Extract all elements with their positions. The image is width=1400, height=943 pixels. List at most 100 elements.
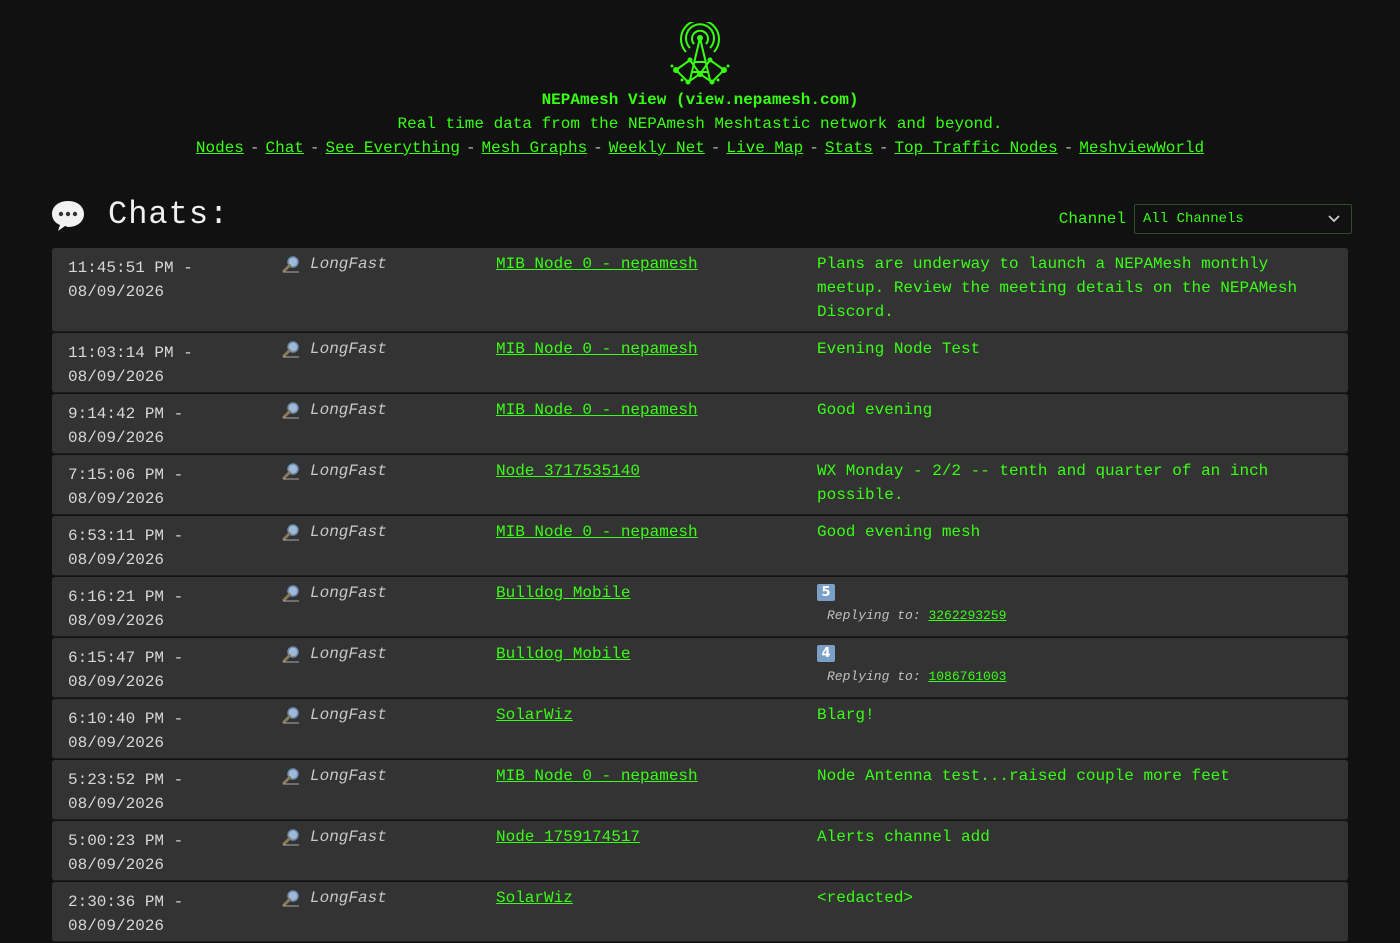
message-date: 08/09/2026 <box>68 734 165 752</box>
magnifier-icon <box>282 524 299 541</box>
channel-name: LongFast <box>310 889 387 907</box>
message-channel: LongFast <box>282 459 387 483</box>
channel-name: LongFast <box>310 401 387 419</box>
nav-link-nodes[interactable]: Nodes <box>196 139 244 157</box>
reply-label: Replying to: <box>827 669 921 684</box>
message-body: <redacted> <box>817 886 1317 910</box>
message-time: 6:16:21 PM - <box>68 588 184 606</box>
node-link[interactable]: MIB Node 0 - nepamesh <box>496 401 698 419</box>
nav-separator: - <box>878 139 889 157</box>
reply-to-link[interactable]: 3262293259 <box>928 608 1006 623</box>
message-timestamp: 6:53:11 PM - 08/09/2026 <box>68 524 268 572</box>
message-node: Node 3717535140 <box>496 459 640 483</box>
message-text: Blarg! <box>817 706 875 724</box>
node-link[interactable]: Node 3717535140 <box>496 462 640 480</box>
channel-select[interactable]: All Channels <box>1134 204 1352 234</box>
message-body: Good evening <box>817 398 1317 422</box>
chat-row: 6:16:21 PM - 08/09/2026 LongFast Bulldog Mo… <box>52 577 1348 637</box>
node-link[interactable]: MIB Node 0 - nepamesh <box>496 523 698 541</box>
magnifier-icon <box>282 646 299 663</box>
nav-link-live-map[interactable]: Live Map <box>726 139 803 157</box>
magnifier-icon <box>282 402 299 419</box>
message-node: MIB Node 0 - nepamesh <box>496 398 698 422</box>
channel-name: LongFast <box>310 767 387 785</box>
message-channel: LongFast <box>282 886 387 910</box>
message-body: WX Monday - 2/2 -- tenth and quarter of … <box>817 459 1317 507</box>
nav-separator: - <box>465 139 476 157</box>
nav-link-mesh-graphs[interactable]: Mesh Graphs <box>482 139 588 157</box>
nav-link-meshviewworld[interactable]: MeshviewWorld <box>1079 139 1204 157</box>
chats-header: Chats: Channel All Channels <box>50 196 1352 240</box>
radio-tower-network-logo <box>670 22 730 85</box>
nav-separator: - <box>309 139 320 157</box>
message-timestamp: 6:16:21 PM - 08/09/2026 <box>68 585 268 633</box>
message-body: Alerts channel add <box>817 825 1317 849</box>
magnifier-icon <box>282 829 299 846</box>
message-channel: LongFast <box>282 398 387 422</box>
message-date: 08/09/2026 <box>68 795 165 813</box>
message-channel: LongFast <box>282 337 387 361</box>
nav-link-stats[interactable]: Stats <box>825 139 873 157</box>
node-link[interactable]: MIB Node 0 - nepamesh <box>496 340 698 358</box>
channel-name: LongFast <box>310 706 387 724</box>
site-title: NEPAmesh View (view.nepamesh.com) <box>541 91 859 109</box>
chat-row: 6:15:47 PM - 08/09/2026 LongFast Bulldog Mo… <box>52 638 1348 698</box>
chat-row: 6:10:40 PM - 08/09/2026 LongFast SolarWiz Bl… <box>52 699 1348 759</box>
node-link[interactable]: MIB Node 0 - nepamesh <box>496 767 698 785</box>
message-channel: LongFast <box>282 825 387 849</box>
channel-filter: Channel All Channels <box>1059 204 1352 234</box>
message-node: Bulldog Mobile <box>496 642 630 666</box>
message-date: 08/09/2026 <box>68 673 165 691</box>
reply-info: Replying to: 1086761003 <box>827 666 1317 688</box>
message-body: Node Antenna test...raised couple more f… <box>817 764 1317 788</box>
magnifier-icon <box>282 890 299 907</box>
channel-name: LongFast <box>310 462 387 480</box>
chat-row: 9:14:42 PM - 08/09/2026 LongFast MIB Node 0… <box>52 394 1348 454</box>
message-time: 6:10:40 PM - <box>68 710 184 728</box>
message-date: 08/09/2026 <box>68 612 165 630</box>
message-text: Alerts channel add <box>817 828 990 846</box>
reply-to-link[interactable]: 1086761003 <box>928 669 1006 684</box>
site-tagline: Real time data from the NEPAmesh Meshtas… <box>397 115 1003 133</box>
message-time: 7:15:06 PM - <box>68 466 184 484</box>
nav-link-top-traffic-nodes[interactable]: Top Traffic Nodes <box>894 139 1057 157</box>
chat-row: 5:00:23 PM - 08/09/2026 LongFast Node 17591… <box>52 821 1348 881</box>
node-link[interactable]: Bulldog Mobile <box>496 584 630 602</box>
message-time: 2:30:36 PM - <box>68 893 184 911</box>
message-date: 08/09/2026 <box>68 917 165 935</box>
nav-link-weekly-net[interactable]: Weekly Net <box>609 139 705 157</box>
node-link[interactable]: SolarWiz <box>496 706 573 724</box>
chevron-down-icon <box>1328 215 1340 223</box>
message-text: Good evening <box>817 401 933 419</box>
nav-link-see-everything[interactable]: See Everything <box>326 139 460 157</box>
chats-title-text: Chats: <box>108 196 230 233</box>
keycap-digit-icon: 4 <box>817 645 835 663</box>
message-date: 08/09/2026 <box>68 551 165 569</box>
message-node: SolarWiz <box>496 886 573 910</box>
magnifier-icon <box>282 585 299 602</box>
message-date: 08/09/2026 <box>68 429 165 447</box>
message-timestamp: 11:03:14 PM - 08/09/2026 <box>68 341 268 389</box>
channel-name: LongFast <box>310 828 387 846</box>
message-timestamp: 11:45:51 PM - 08/09/2026 <box>68 256 268 304</box>
node-link[interactable]: Node 1759174517 <box>496 828 640 846</box>
message-timestamp: 5:23:52 PM - 08/09/2026 <box>68 768 268 816</box>
chat-row: 11:45:51 PM - 08/09/2026 LongFast MIB Node … <box>52 248 1348 332</box>
nav-separator: - <box>249 139 260 157</box>
message-timestamp: 6:10:40 PM - 08/09/2026 <box>68 707 268 755</box>
nav-link-chat[interactable]: Chat <box>266 139 304 157</box>
message-time: 6:15:47 PM - <box>68 649 184 667</box>
channel-name: LongFast <box>310 645 387 663</box>
magnifier-icon <box>282 256 299 273</box>
node-link[interactable]: SolarWiz <box>496 889 573 907</box>
message-channel: LongFast <box>282 764 387 788</box>
message-body: 5 Replying to: 3262293259 <box>817 581 1317 627</box>
message-text: Good evening mesh <box>817 523 981 541</box>
node-link[interactable]: MIB Node 0 - nepamesh <box>496 255 698 273</box>
message-node: MIB Node 0 - nepamesh <box>496 252 698 276</box>
node-link[interactable]: Bulldog Mobile <box>496 645 630 663</box>
message-channel: LongFast <box>282 252 387 276</box>
chat-row: 11:03:14 PM - 08/09/2026 LongFast MIB Node … <box>52 333 1348 393</box>
nav-separator: - <box>710 139 721 157</box>
message-body: Good evening mesh <box>817 520 1317 544</box>
